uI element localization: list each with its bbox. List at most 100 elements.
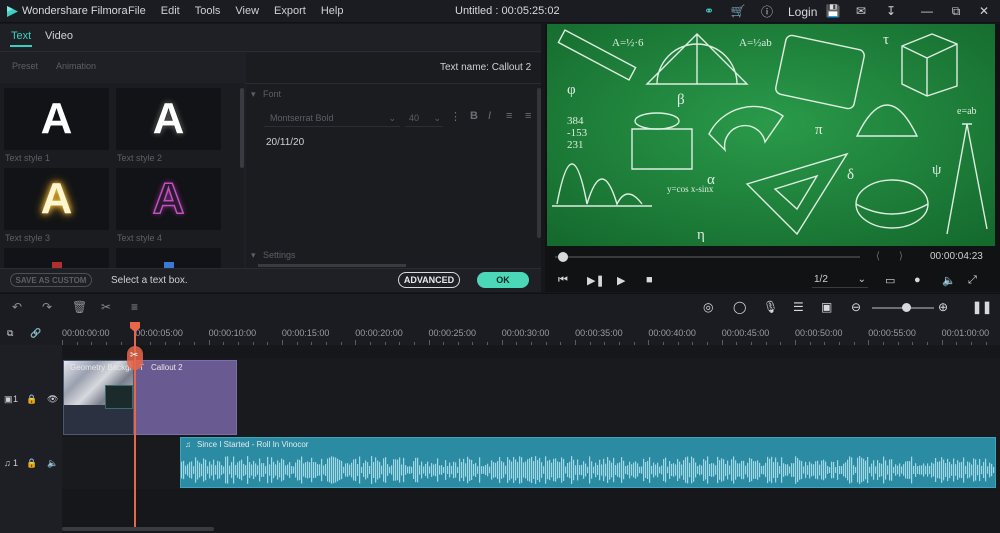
menu-edit[interactable]: Edit: [161, 5, 180, 17]
waveform-bar: [279, 462, 281, 478]
link-icon[interactable]: 🔗: [30, 328, 41, 339]
waveform-bar: [323, 465, 325, 475]
text-content-value[interactable]: 20/11/20: [266, 137, 304, 148]
font-section-chevron-icon[interactable]: ▾: [251, 89, 256, 100]
waveform-bar: [297, 459, 299, 481]
bold-icon[interactable]: B: [470, 110, 478, 122]
mixer-icon[interactable]: ☰: [793, 300, 804, 314]
ok-button[interactable]: OK: [477, 272, 529, 288]
adjust-icon[interactable]: ≡: [131, 300, 138, 314]
mark-in-icon[interactable]: ⟨: [876, 251, 880, 262]
info-icon[interactable]: ⓘ: [760, 4, 774, 19]
subtab-preset[interactable]: Preset: [12, 61, 38, 71]
menu-export[interactable]: Export: [274, 5, 306, 17]
waveform-bar: [457, 466, 459, 474]
preview-scrubber-handle[interactable]: [558, 252, 568, 262]
minimize-icon[interactable]: —: [920, 4, 934, 18]
pause-render-icon[interactable]: ❚❚: [972, 300, 992, 314]
video-clip[interactable]: Geometry Backgr...: [63, 360, 134, 435]
italic-icon[interactable]: I: [488, 110, 491, 122]
font-size-select[interactable]: 40 ⌄: [405, 110, 443, 127]
timeline-horizontal-scrollbar[interactable]: [62, 527, 214, 531]
display-icon[interactable]: ▭: [885, 274, 895, 287]
settings-section-header[interactable]: Settings: [263, 250, 296, 260]
restore-icon[interactable]: ⧉: [949, 4, 963, 18]
waveform-bar: [983, 462, 985, 478]
undo-icon[interactable]: ↶: [12, 300, 22, 314]
align-left-icon[interactable]: ≡: [506, 110, 512, 122]
zoom-in-icon[interactable]: ⊕: [938, 300, 948, 314]
style-grid-scrollbar[interactable]: [240, 88, 244, 168]
render-icon[interactable]: ◎: [703, 300, 713, 314]
ruler-time-label: 00:00:10:00: [208, 328, 257, 338]
eye-icon[interactable]: 👁: [47, 394, 58, 405]
settings-scrollbar[interactable]: [258, 264, 406, 267]
close-icon[interactable]: ✕: [977, 4, 991, 18]
menu-view[interactable]: View: [235, 5, 259, 17]
callout-text-clip[interactable]: T Callout 2: [134, 360, 237, 435]
waveform-bar: [871, 463, 873, 477]
waveform-bar: [527, 459, 529, 481]
text-style-5-card[interactable]: [4, 248, 109, 268]
waveform-bar: [321, 458, 323, 482]
waveform-bar: [423, 466, 425, 474]
snap-icon[interactable]: ▣: [821, 300, 832, 314]
menu-tools[interactable]: Tools: [195, 5, 221, 17]
menu-file[interactable]: File: [128, 5, 146, 17]
text-style-4-card[interactable]: A: [116, 168, 221, 230]
subtab-animation[interactable]: Animation: [56, 61, 96, 71]
text-style-2-card[interactable]: A: [116, 88, 221, 150]
advanced-button[interactable]: ADVANCED: [398, 272, 460, 288]
fullscreen-icon[interactable]: ⤢: [968, 274, 977, 287]
speaker-icon[interactable]: 🔈: [47, 458, 58, 469]
lock-icon[interactable]: 🔒: [26, 394, 37, 405]
waveform-bar: [753, 461, 755, 479]
zoom-out-icon[interactable]: ⊖: [851, 300, 861, 314]
text-spacing-icon[interactable]: ⋮: [450, 110, 461, 123]
font-family-select[interactable]: Montserrat Bold ⌄: [264, 110, 400, 127]
play-frame-icon[interactable]: ▶❚: [587, 274, 605, 287]
text-style-3-card[interactable]: A: [4, 168, 109, 230]
waveform-bar: [245, 465, 247, 475]
settings-section-chevron-icon[interactable]: ▾: [251, 250, 256, 261]
stop-icon[interactable]: ■: [646, 274, 653, 286]
playback-quality-select[interactable]: 1/2 ⌄: [812, 274, 868, 288]
waveform-bar: [241, 459, 243, 481]
marker-icon[interactable]: ◯: [733, 300, 746, 314]
previous-frame-icon[interactable]: ⏮: [558, 274, 568, 287]
save-icon[interactable]: 💾: [826, 4, 841, 18]
zoom-slider-handle[interactable]: [902, 303, 911, 312]
snapshot-icon[interactable]: ●: [914, 274, 921, 286]
waveform-bar: [385, 457, 387, 483]
split-scissors-icon[interactable]: ✂: [130, 350, 138, 361]
font-section-header[interactable]: Font: [263, 89, 281, 99]
mail-icon[interactable]: ✉: [854, 4, 868, 18]
audio-clip[interactable]: ♫ Since I Started - Roll In Vinocor: [180, 437, 996, 488]
volume-icon[interactable]: 🔈: [942, 274, 956, 287]
delete-icon[interactable]: 🗑: [72, 300, 87, 314]
waveform-bar: [183, 460, 185, 480]
waveform-bar: [397, 459, 399, 481]
text-style-1-card[interactable]: A: [4, 88, 109, 150]
preview-scrubber-track[interactable]: [555, 256, 860, 258]
download-icon[interactable]: ↧: [884, 4, 898, 18]
menu-help[interactable]: Help: [321, 5, 344, 17]
redo-icon[interactable]: ↷: [42, 300, 52, 314]
save-as-custom-button[interactable]: SAVE AS CUSTOM: [10, 273, 92, 287]
properties-scrollbar[interactable]: [537, 88, 541, 238]
headset-icon[interactable]: ⚭: [702, 4, 716, 18]
cart-icon[interactable]: 🛒: [731, 4, 746, 18]
align-justify-icon[interactable]: ≡: [525, 110, 531, 122]
waveform-bar: [277, 460, 279, 480]
mark-out-icon[interactable]: ⟩: [899, 251, 903, 262]
login-link[interactable]: Login: [788, 5, 817, 19]
text-style-6-card[interactable]: [116, 248, 221, 268]
waveform-bar: [185, 465, 187, 475]
lock-icon[interactable]: 🔒: [26, 458, 37, 469]
tab-video[interactable]: Video: [45, 30, 73, 42]
tab-text[interactable]: Text: [11, 30, 31, 42]
play-icon[interactable]: ▶: [617, 274, 625, 287]
cut-icon[interactable]: ✂: [101, 300, 111, 314]
add-track-icon[interactable]: ⧉: [7, 328, 13, 339]
microphone-icon[interactable]: 🎙: [763, 300, 778, 314]
